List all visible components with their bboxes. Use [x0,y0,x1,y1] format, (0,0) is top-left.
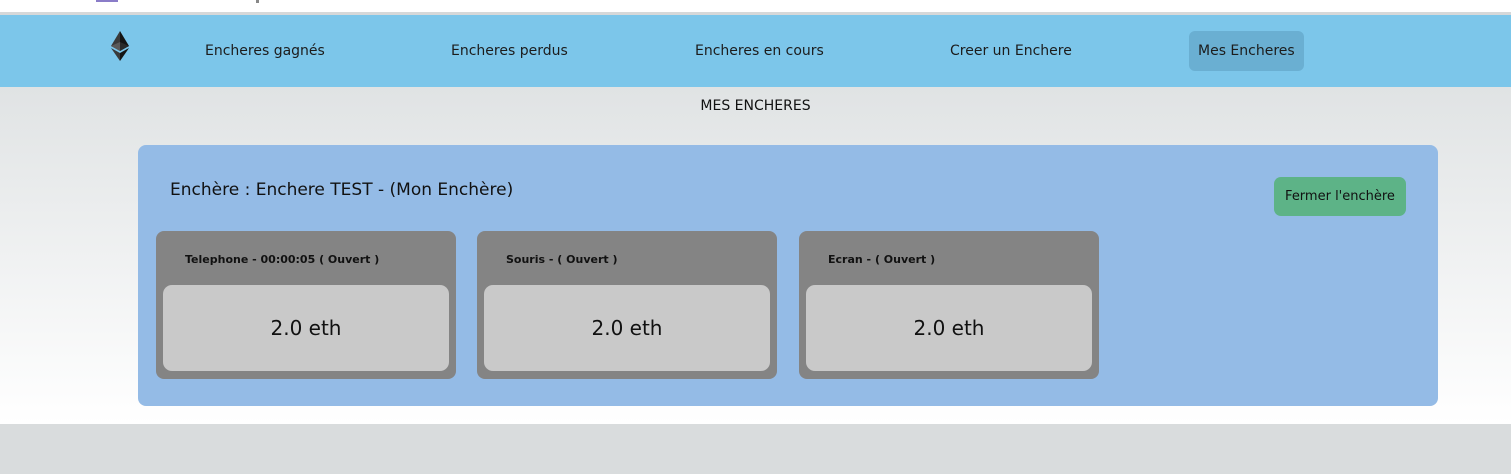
item-price[interactable]: 2.0 eth [484,285,770,371]
item-card-souris: Souris - ( Ouvert ) 2.0 eth [477,231,777,379]
item-title: Telephone - 00:00:05 ( Ouvert ) [185,253,380,266]
navbar: Encheres gagnés Encheres perdus Encheres… [0,15,1511,87]
item-title: Ecran - ( Ouvert ) [828,253,936,266]
item-price[interactable]: 2.0 eth [163,285,449,371]
ethereum-icon[interactable] [110,31,130,61]
item-card-ecran: Ecran - ( Ouvert ) 2.0 eth [799,231,1099,379]
nav-item-encheres-perdus[interactable]: Encheres perdus [451,31,568,71]
item-price[interactable]: 2.0 eth [806,285,1092,371]
tab-indicator [96,0,118,2]
item-card-telephone: Telephone - 00:00:05 ( Ouvert ) 2.0 eth [156,231,456,379]
page-title: MES ENCHERES [700,98,811,114]
item-title: Souris - ( Ouvert ) [506,253,618,266]
nav-item-encheres-en-cours[interactable]: Encheres en cours [695,31,824,71]
auction-title: Enchère : Enchere TEST - (Mon Enchère) [170,180,514,200]
browser-top-strip [0,0,1511,12]
close-auction-button[interactable]: Fermer l'enchère [1274,177,1406,216]
nav-item-creer-enchere[interactable]: Creer un Enchere [950,31,1072,71]
tab-dot [256,0,259,3]
main-content: MES ENCHERES Enchère : Enchere TEST - (M… [0,87,1511,424]
nav-item-encheres-gagnes[interactable]: Encheres gagnés [205,31,325,71]
nav-item-mes-encheres[interactable]: Mes Encheres [1189,31,1304,71]
auction-panel: Enchère : Enchere TEST - (Mon Enchère) F… [138,145,1438,406]
